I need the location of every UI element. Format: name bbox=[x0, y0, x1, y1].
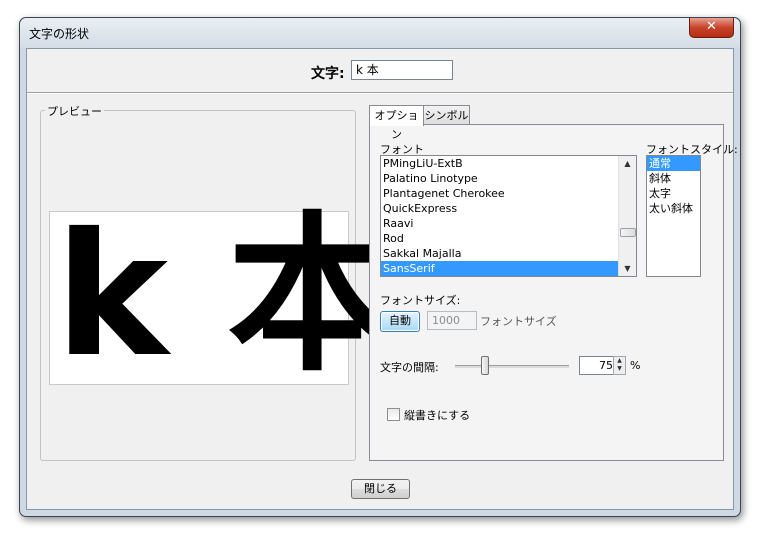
spacing-label: 文字の間隔: bbox=[380, 361, 439, 374]
spacing-input[interactable]: 75 bbox=[579, 356, 617, 375]
scroll-up-icon[interactable]: ▲ bbox=[619, 156, 636, 171]
spin-up-icon[interactable]: ▲ bbox=[614, 357, 625, 365]
font-style-item-selected[interactable]: 通常 bbox=[647, 156, 700, 171]
options-panel-body: フォント PMingLiU-ExtB Palatino Linotype Pla… bbox=[370, 125, 738, 460]
font-size-unit-label: フォントサイズ bbox=[480, 315, 557, 328]
font-list-item[interactable]: PMingLiU-ExtB bbox=[381, 156, 636, 171]
font-list-item-selected[interactable]: SansSerif bbox=[381, 261, 636, 276]
spacing-slider-track[interactable] bbox=[455, 365, 569, 368]
font-list-item[interactable]: Palatino Linotype bbox=[381, 171, 636, 186]
close-icon[interactable]: ✕ bbox=[689, 18, 734, 38]
auto-size-button[interactable]: 自動 bbox=[380, 311, 420, 332]
font-listbox[interactable]: PMingLiU-ExtB Palatino Linotype Plantage… bbox=[380, 155, 637, 277]
font-list-scrollbar[interactable]: ▲ ▼ bbox=[618, 156, 636, 276]
font-style-item[interactable]: 斜体 bbox=[647, 171, 700, 186]
title-bar[interactable]: 文字の形状 ✕ bbox=[20, 18, 740, 48]
font-list-item[interactable]: Plantagenet Cherokee bbox=[381, 186, 636, 201]
vertical-writing-label[interactable]: 縦書きにする bbox=[404, 407, 470, 423]
preview-sample-text: k 本 bbox=[55, 197, 398, 395]
spacing-spinner[interactable]: ▲ ▼ bbox=[613, 356, 626, 375]
character-input[interactable]: k 本 bbox=[351, 60, 453, 80]
tab-options[interactable]: オプション bbox=[369, 105, 424, 141]
divider bbox=[27, 92, 733, 94]
font-list-item[interactable]: Sakkal Majalla bbox=[381, 246, 636, 261]
spacing-slider-thumb[interactable] bbox=[481, 356, 489, 375]
scroll-thumb[interactable] bbox=[620, 228, 636, 237]
spin-down-icon[interactable]: ▼ bbox=[614, 365, 625, 373]
preview-group: プレビュー k 本 bbox=[40, 103, 397, 461]
dialog-client-area: 文字: k 本 プレビュー k 本 オプション シンボル フォント PMingL… bbox=[26, 48, 738, 510]
character-label: 文字: bbox=[311, 66, 345, 82]
font-list-item[interactable]: Rod bbox=[381, 231, 636, 246]
preview-canvas: k 本 bbox=[49, 197, 397, 395]
font-list-item[interactable]: Raavi bbox=[381, 216, 636, 231]
close-button[interactable]: 閉じる bbox=[351, 479, 410, 499]
character-shape-dialog: 文字の形状 ✕ 文字: k 本 プレビュー k 本 オプション シンボル フォン… bbox=[19, 17, 741, 517]
spacing-unit: % bbox=[630, 359, 641, 372]
tab-symbol[interactable]: シンボル bbox=[423, 105, 470, 126]
font-style-item[interactable]: 太い斜体 bbox=[647, 201, 700, 216]
preview-legend: プレビュー bbox=[45, 103, 104, 119]
scroll-down-icon[interactable]: ▼ bbox=[619, 261, 636, 276]
vertical-writing-checkbox[interactable] bbox=[387, 408, 400, 421]
font-size-label: フォントサイズ: bbox=[380, 294, 461, 307]
options-tab-panel: フォント PMingLiU-ExtB Palatino Linotype Pla… bbox=[369, 124, 738, 461]
font-list-item[interactable]: QuickExpress bbox=[381, 201, 636, 216]
font-style-listbox[interactable]: 通常 斜体 太字 太い斜体 bbox=[646, 155, 701, 277]
font-size-input[interactable]: 1000 bbox=[427, 311, 477, 330]
window-title: 文字の形状 bbox=[29, 27, 90, 41]
character-row: 文字: k 本 bbox=[27, 59, 733, 83]
font-style-item[interactable]: 太字 bbox=[647, 186, 700, 201]
